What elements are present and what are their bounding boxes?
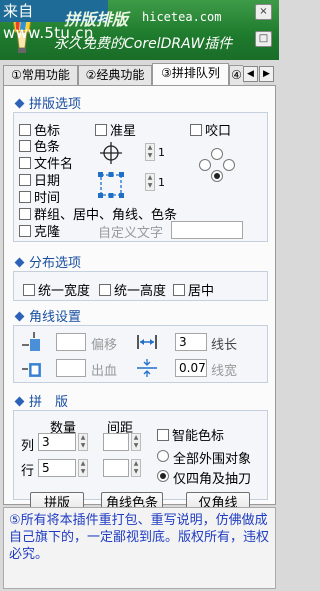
bar-count-spinner[interactable]: ▲ ▼ <box>145 173 155 191</box>
tab-scroll-right-button[interactable]: ▶ <box>259 66 274 82</box>
row-label: 行 <box>21 464 35 479</box>
layout-options-heading: 拼版选项 <box>14 93 82 112</box>
layout-options-group: 色标 准星 咬口 色条 文件名 日期 时间 群组、居中、角线、色条 克隆 ▲ ▼ … <box>13 112 268 242</box>
rows-spinner[interactable]: ▲ ▼ <box>78 459 88 477</box>
all-outer-objects-label: 全部外围对象 <box>173 452 252 467</box>
bite-position-left-radio[interactable] <box>199 159 211 171</box>
title-bar: 来自 www.5tu.cn 拼版排版 hicetea.com 永久免费的Core… <box>0 0 279 60</box>
crop-count-spinner[interactable]: ▲ ▼ <box>145 143 155 161</box>
columns-spinner[interactable]: ▲ ▼ <box>78 433 88 451</box>
distribution-heading: 分布选项 <box>14 252 82 271</box>
crop-mark-checkbox[interactable]: 准星 <box>95 120 136 139</box>
corner-lines-heading: 角线设置 <box>14 306 82 325</box>
uniform-width-label: 统一宽度 <box>38 284 91 299</box>
imposition-heading: 拼 版 <box>14 391 69 410</box>
uniform-height-label: 统一高度 <box>114 284 167 299</box>
corner-lines-heading-text: 角线设置 <box>29 310 82 325</box>
pin-button[interactable]: □ <box>255 31 272 47</box>
product-subtitle: 永久免费的CorelDRAW插件 <box>54 36 233 52</box>
site-url: hicetea.com <box>142 10 222 24</box>
smart-color-mark-checkbox[interactable]: 智能色标 <box>157 425 224 444</box>
row-spacing-input[interactable] <box>103 459 129 477</box>
clone-label: 克隆 <box>34 225 61 240</box>
bite-checkbox[interactable]: 咬口 <box>190 120 231 139</box>
copyright-notice: ⑤所有将本插件重打包、重写说明，仿佛做成自己旗下的，一定鄙视到底。版权所有，违权… <box>3 507 276 589</box>
imposition-group: 数量 间距 列 3 ▲ ▼ ▲ ▼ 行 5 ▲ ▼ ▲ ▼ 智能色标 全部外围对象 仅四… <box>13 410 268 500</box>
product-title: 拼版排版 <box>64 10 129 29</box>
section-bullet-icon <box>14 98 25 109</box>
bite-position-top-radio[interactable] <box>211 148 223 160</box>
section-bullet-icon <box>14 396 25 407</box>
distribution-heading-text: 分布选项 <box>29 256 82 271</box>
row-spacing-spinner[interactable]: ▲ ▼ <box>131 459 141 477</box>
crop-mark-target-icon <box>100 142 122 164</box>
column-label: 列 <box>21 439 35 454</box>
color-bar-frame-icon <box>98 172 124 198</box>
distribution-group: 统一宽度 统一高度 居中 <box>13 271 268 301</box>
crop-count-value: 1 <box>158 146 165 159</box>
columns-input[interactable]: 3 <box>38 433 76 451</box>
line-width-label: 线宽 <box>211 364 238 379</box>
imposition-heading-text: 拼 版 <box>29 395 69 410</box>
bite-position-bottom-radio[interactable] <box>211 170 223 182</box>
four-corners-and-cut-radio[interactable] <box>157 470 169 482</box>
bite-label: 咬口 <box>205 124 232 139</box>
custom-text-input[interactable] <box>171 221 243 239</box>
offset-label: 偏移 <box>91 338 118 353</box>
line-length-input[interactable]: 3 <box>175 333 207 351</box>
section-bullet-icon <box>14 311 25 322</box>
corner-lines-group: 偏移 出血 3 线长 0.07 线宽 <box>13 325 268 383</box>
all-outer-objects-radio[interactable] <box>157 450 169 462</box>
uniform-width-checkbox[interactable]: 统一宽度 <box>23 280 90 299</box>
tab-four[interactable]: ④ <box>229 65 243 85</box>
bleed-icon <box>22 363 41 377</box>
tab-imposition-queue[interactable]: ③拼排队列 <box>152 63 229 85</box>
bleed-input[interactable] <box>56 359 86 377</box>
offset-icon <box>22 332 40 351</box>
offset-input[interactable] <box>56 333 86 351</box>
rows-input[interactable]: 5 <box>38 459 76 477</box>
bar-count-value: 1 <box>158 176 165 189</box>
tab-common[interactable]: ①常用功能 <box>3 65 78 85</box>
bleed-label: 出血 <box>91 364 118 379</box>
clone-checkbox[interactable]: 克隆 <box>19 221 60 240</box>
column-spacing-spinner[interactable]: ▲ ▼ <box>131 433 141 451</box>
bite-position-right-radio[interactable] <box>223 159 235 171</box>
custom-text-label: 自定义文字 <box>98 226 164 241</box>
center-checkbox[interactable]: 居中 <box>173 280 214 299</box>
section-bullet-icon <box>14 257 25 268</box>
tab-scroll-left-button[interactable]: ◀ <box>243 66 258 82</box>
line-length-icon <box>137 335 157 349</box>
center-label: 居中 <box>188 284 215 299</box>
four-corners-and-cut-label: 仅四角及抽刀 <box>173 472 252 487</box>
crop-mark-label: 准星 <box>110 124 137 139</box>
line-width-icon <box>137 359 157 377</box>
line-width-input[interactable]: 0.07 <box>175 359 207 377</box>
column-spacing-input[interactable] <box>103 433 129 451</box>
line-length-label: 线长 <box>211 338 238 353</box>
imposition-panel: 拼版选项 色标 准星 咬口 色条 文件名 日期 时间 群组、居中、角线、色条 克… <box>3 85 276 515</box>
smart-color-mark-label: 智能色标 <box>172 429 225 444</box>
close-button[interactable]: × <box>255 4 272 20</box>
layout-options-heading-text: 拼版选项 <box>29 97 82 112</box>
uniform-height-checkbox[interactable]: 统一高度 <box>99 280 166 299</box>
tab-classic[interactable]: ②经典功能 <box>78 65 152 85</box>
tab-strip: ①常用功能 ②经典功能 ③拼排队列 ④ ◀ ▶ <box>3 63 275 85</box>
